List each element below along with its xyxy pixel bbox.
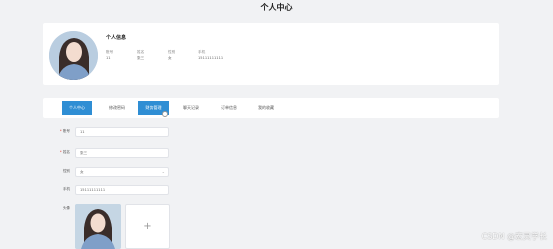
avatar-preview-icon (75, 204, 121, 249)
tab-chat-records[interactable]: 聊天记录 (175, 101, 207, 115)
avatar-photo-icon (49, 31, 98, 80)
page-title: 个人中心 (260, 3, 293, 12)
watermark: CSDN @宏灵学长 (481, 232, 547, 241)
phone-label: 手机 (62, 187, 70, 191)
avatar-label: 头像 (62, 206, 70, 210)
info-gender-value: 女 (168, 56, 172, 60)
tab-orders[interactable]: 订单信息 (213, 101, 245, 115)
tab-change-password[interactable]: 修改密码 (99, 101, 135, 115)
required-mark: * (59, 129, 62, 133)
tab-bar: 个人中心 修改密码 财务管理 聊天记录 订单信息 我的收藏 (43, 98, 499, 118)
tab-personal-center[interactable]: 个人中心 (62, 101, 92, 115)
required-mark: * (59, 150, 62, 154)
name-label-text: 姓名 (62, 150, 70, 154)
name-label: * 姓名 (40, 150, 70, 155)
account-label: * 账号 (40, 129, 70, 134)
gender-label: 性别 (62, 169, 70, 173)
gender-select-value: 女 (80, 170, 84, 174)
info-phone: 手机 15111111111 (198, 49, 223, 61)
info-phone-value: 15111111111 (198, 56, 224, 60)
info-name: 姓名 张三 (137, 49, 144, 61)
name-input[interactable]: 张三 (75, 148, 169, 158)
info-account: 账号 11 (106, 49, 113, 61)
tab-favorites[interactable]: 我的收藏 (249, 101, 283, 115)
account-label-text: 账号 (62, 129, 70, 133)
profile-card-title: 个人信息 (106, 35, 127, 41)
profile-card: 个人信息 账号 11 姓名 张三 性别 女 手机 15111111111 (43, 23, 499, 85)
gender-select[interactable]: 女 ⌄ (75, 167, 169, 177)
info-account-value: 11 (106, 56, 111, 60)
info-gender: 性别 女 (168, 49, 175, 61)
add-image-button[interactable]: + (125, 204, 170, 249)
info-name-value: 张三 (137, 56, 145, 60)
avatar-upload-preview[interactable] (75, 204, 121, 249)
avatar (49, 31, 98, 80)
chevron-down-icon: ⌄ (161, 169, 165, 174)
mouse-cursor-icon (162, 111, 168, 117)
account-input[interactable]: 11 (75, 127, 169, 137)
profile-page: 个人中心 个人信息 账号 11 姓名 张三 性别 女 手机 1511111111… (0, 0, 553, 249)
phone-input[interactable]: 15111111111 (75, 185, 169, 195)
